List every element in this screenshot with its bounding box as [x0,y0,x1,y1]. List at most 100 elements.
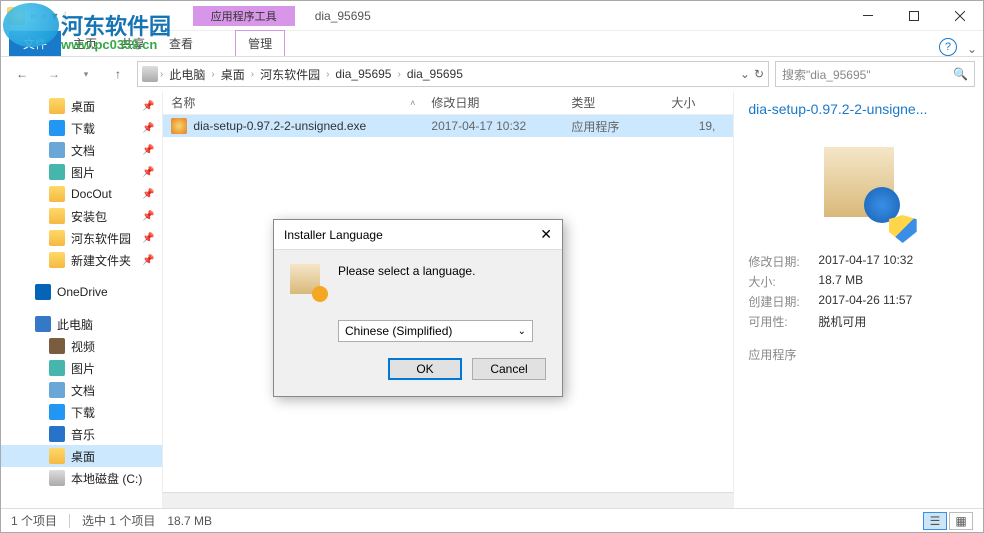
status-bar: 1 个项目 选中 1 个项目 18.7 MB ☰ ▦ [1,508,983,532]
installer-icon [290,264,324,298]
language-select[interactable]: Chinese (Simplified) ⌄ [338,320,533,342]
details-view-button[interactable]: ☰ [923,512,947,530]
nav-recent-dropdown[interactable]: ▾ [73,61,99,87]
sidebar-item-label: 河东软件园 [71,230,131,247]
sidebar-item[interactable]: 下载📌 [1,117,162,139]
help-icon[interactable]: ? [939,38,957,56]
sidebar-item[interactable]: 桌面 [1,445,162,467]
details-type: 应用程序 [748,346,969,363]
status-selected: 选中 1 个项目 [82,512,155,529]
titlebar: ▫ ▫ ▾ | 应用程序工具 dia_95695 [1,1,983,31]
sidebar-item-label: 此电脑 [57,316,93,333]
window-icon [7,7,25,25]
dialog-close-button[interactable]: ✕ [540,226,552,243]
breadcrumb-item[interactable]: 此电脑 [165,64,209,85]
file-type: 应用程序 [563,118,663,135]
chevron-down-icon: ⌄ [518,326,526,337]
sidebar-item[interactable]: 文档 [1,379,162,401]
folder-icon [49,98,65,114]
pin-icon: 📌 [142,167,154,178]
sidebar-item[interactable]: 安装包📌 [1,205,162,227]
column-size[interactable]: 大小 [663,94,723,111]
sidebar-item[interactable]: 文档📌 [1,139,162,161]
music-icon [49,426,65,442]
refresh-icon[interactable]: ↻ [754,67,764,81]
sidebar-item[interactable]: 新建文件夹📌 [1,249,162,271]
folder-icon [49,186,65,202]
modified-label: 修改日期: [748,253,818,270]
dialog-message: Please select a language. [338,264,475,278]
ribbon-expand-icon[interactable]: ⌄ [967,42,977,56]
address-dropdown-icon[interactable]: ⌄ [740,67,750,81]
created-label: 创建日期: [748,293,818,310]
video-icon [49,338,65,354]
sidebar-item[interactable]: 本地磁盘 (C:) [1,467,162,489]
nav-back-button[interactable]: ← [9,61,35,87]
breadcrumb-item[interactable]: dia_95695 [331,65,395,83]
avail-value: 脱机可用 [818,313,866,330]
sidebar-item-label: OneDrive [57,285,108,299]
ribbon-share-tab[interactable]: 共享 [109,31,157,56]
column-name[interactable]: 名称˄ [163,94,423,111]
navigation-sidebar[interactable]: 桌面📌下载📌文档📌 图片 📌 DocOut📌安装包📌 河东软件园 📌 新建文件夹📌 OneDr… [1,91,163,509]
breadcrumb-item[interactable]: 桌面 [217,64,249,85]
search-icon: 🔍 [953,67,968,81]
sidebar-item[interactable]: 图片 📌 [1,161,162,183]
avail-label: 可用性: [748,313,818,330]
chevron-right-icon[interactable]: › [160,69,163,80]
sidebar-item[interactable]: 图片 [1,357,162,379]
sidebar-item[interactable]: 下载 [1,401,162,423]
chevron-right-icon[interactable]: › [326,69,329,80]
nav-up-button[interactable]: ↑ [105,61,131,87]
installer-language-dialog: Installer Language ✕ Please select a lan… [273,219,563,397]
modified-value: 2017-04-17 10:32 [818,253,913,270]
language-selected: Chinese (Simplified) [345,324,452,338]
sidebar-item[interactable]: 此电脑 [1,313,162,335]
cancel-button[interactable]: Cancel [472,358,546,380]
chevron-right-icon[interactable]: › [211,69,214,80]
close-button[interactable] [937,1,983,31]
sidebar-item[interactable]: DocOut📌 [1,183,162,205]
download-icon [49,120,65,136]
minimize-button[interactable] [845,1,891,31]
search-placeholder: 搜索"dia_95695" [782,66,871,83]
nav-forward-button[interactable]: → [41,61,67,87]
file-row[interactable]: dia-setup-0.97.2-2-unsigned.exe 2017-04-… [163,115,733,137]
maximize-button[interactable] [891,1,937,31]
ribbon-view-tab[interactable]: 查看 [157,31,205,56]
qat-properties-icon[interactable]: ▫ [31,9,35,23]
sidebar-item[interactable]: 河东软件园 📌 [1,227,162,249]
column-date[interactable]: 修改日期 [423,94,563,111]
breadcrumb-item[interactable]: 河东软件园 [256,64,324,85]
qat-dropdown-icon[interactable]: ▾ [52,9,58,23]
sidebar-item[interactable]: 音乐 [1,423,162,445]
doc-icon [49,142,65,158]
sidebar-item[interactable]: 视频 [1,335,162,357]
sidebar-item-label: 图片 [71,164,95,181]
sidebar-item[interactable]: 桌面📌 [1,95,162,117]
search-input[interactable]: 搜索"dia_95695" 🔍 [775,61,975,87]
chevron-right-icon[interactable]: › [397,69,400,80]
details-filename: dia-setup-0.97.2-2-unsigne... [748,101,969,117]
pic-icon [49,164,65,180]
icons-view-button[interactable]: ▦ [949,512,973,530]
qat-newfolder-icon[interactable]: ▫ [41,9,45,23]
column-type[interactable]: 类型 [563,94,663,111]
sidebar-item[interactable]: OneDrive [1,281,162,303]
ribbon-file-tab[interactable]: 文件 [9,31,61,56]
status-count: 1 个项目 [11,512,57,529]
ribbon-home-tab[interactable]: 主页 [61,31,109,56]
pin-icon: 📌 [142,233,154,244]
sidebar-item-label: 文档 [71,142,95,159]
ok-button[interactable]: OK [388,358,462,380]
chevron-right-icon[interactable]: › [251,69,254,80]
ribbon-manage-tab[interactable]: 管理 [235,30,285,56]
file-date: 2017-04-17 10:32 [423,119,563,133]
column-headers: 名称˄ 修改日期 类型 大小 [163,91,733,115]
horizontal-scrollbar[interactable] [163,492,733,509]
breadcrumb-item[interactable]: dia_95695 [403,65,467,83]
size-value: 18.7 MB [818,273,863,290]
sidebar-item-label: 桌面 [71,448,95,465]
folder-icon [49,252,65,268]
address-bar[interactable]: › 此电脑 › 桌面 › 河东软件园 › dia_95695 › dia_956… [137,61,769,87]
